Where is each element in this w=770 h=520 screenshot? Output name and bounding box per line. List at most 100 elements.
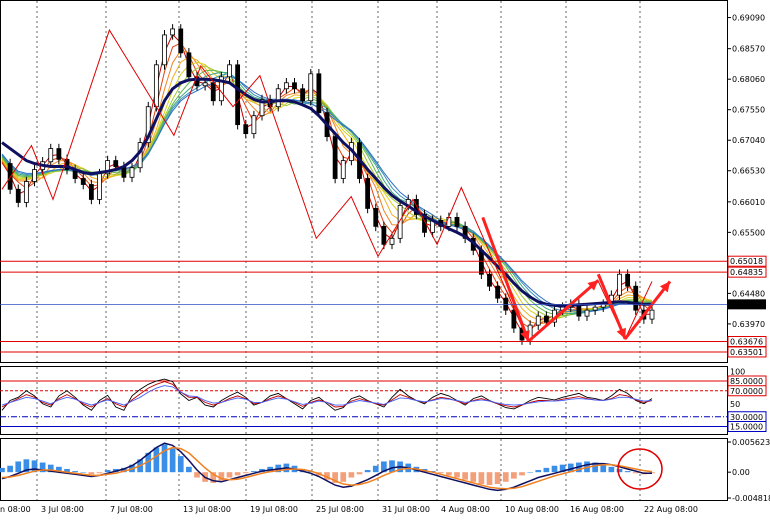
candle-body [592, 306, 598, 311]
candle-body [308, 73, 314, 102]
price-tick-label: 0.67550 [732, 106, 765, 115]
histogram-bar [486, 472, 493, 486]
candle-body [617, 273, 622, 296]
candle-body [243, 124, 249, 135]
histogram-bar [104, 470, 111, 473]
histogram-bar [177, 456, 184, 473]
level-label: 0.64835 [730, 268, 763, 277]
histogram-bar [470, 472, 477, 482]
candle-body [210, 82, 216, 102]
candle-body [15, 188, 21, 203]
time-label: 22 Aug 08:00 [644, 505, 698, 514]
candle-body [495, 285, 501, 299]
candle-body [454, 216, 460, 227]
histogram-bar [72, 471, 78, 473]
time-label: 25 Jul 08:00 [316, 505, 364, 514]
candle-body [80, 178, 86, 185]
histogram-bar [153, 447, 160, 473]
price-tick-label: 0.63970 [732, 320, 765, 329]
macd-tick-label: -0.0048186 [732, 494, 770, 503]
histogram-bar [15, 461, 22, 473]
macd-tick-label: 0.00 [732, 468, 750, 477]
candle-body [389, 237, 395, 245]
candle-body [275, 88, 281, 108]
candle-body [535, 315, 541, 326]
histogram-bar [356, 472, 363, 475]
histogram-bar [161, 444, 168, 473]
current-price-label: 0.64297 [730, 300, 763, 309]
histogram-bar [242, 472, 249, 474]
level-label: 0.63676 [730, 337, 763, 346]
histogram-bar [446, 472, 452, 476]
oscillator-level-label: 30.0000 [730, 413, 763, 422]
histogram-bar [80, 472, 87, 473]
histogram-bar [340, 472, 347, 482]
time-label: 16 Aug 08:00 [570, 505, 624, 514]
histogram-bar [600, 464, 607, 473]
histogram-bar [624, 471, 631, 473]
candle-body [129, 167, 135, 178]
candle-body [88, 184, 94, 200]
trading-chart[interactable]: 0.65018 0.64835 0.63676 0.63501 0.64297 0.69… [0, 0, 770, 520]
histogram-bar [608, 466, 615, 473]
time-label: 4 Aug 08:00 [441, 505, 490, 514]
candle-body [283, 82, 289, 90]
candle-body [365, 178, 371, 209]
candle-body [584, 309, 590, 317]
histogram-bar [194, 472, 200, 478]
candle-body [316, 73, 322, 114]
price-tick-label: 0.67040 [732, 136, 765, 145]
candle-body [153, 64, 159, 108]
histogram-bar [234, 472, 241, 476]
histogram-bar [372, 465, 379, 473]
macd-tick-label: 0.0056233 [732, 438, 770, 447]
time-label: 19 Jul 08:00 [250, 505, 298, 514]
candle-body [202, 82, 208, 87]
candle-body [227, 64, 232, 78]
histogram-bar [494, 472, 501, 484]
oscillator-level-label: 70.0000 [730, 387, 763, 396]
histogram-bar [96, 472, 103, 474]
level-label: 0.63501 [730, 348, 763, 357]
candle-body [23, 181, 29, 203]
histogram-bar [169, 448, 176, 473]
histogram-bar [454, 472, 460, 478]
candle-body [332, 136, 338, 179]
chart-background [0, 0, 770, 520]
price-tick-label: 0.65500 [732, 228, 765, 237]
candle-body [487, 273, 492, 287]
oscillator-level-label: 15.0000 [730, 423, 763, 432]
candle-body [340, 160, 346, 179]
candle-body [170, 28, 176, 36]
time-label: 13 Jul 08:00 [183, 505, 231, 514]
candle-body [633, 285, 639, 311]
histogram-bar [535, 470, 542, 473]
candle-body [292, 82, 297, 90]
candle-body [543, 315, 549, 323]
time-label: 3 Jul 08:00 [41, 505, 84, 514]
candle-body [235, 64, 241, 126]
candle-body [56, 148, 62, 160]
histogram-bar [348, 472, 355, 478]
candle-body [113, 160, 119, 167]
price-tick-label: 0.64480 [732, 289, 765, 298]
histogram-bar [364, 470, 371, 473]
candle-body [178, 28, 184, 54]
time-label: 10 Aug 08:00 [505, 505, 559, 514]
histogram-bar [0, 467, 5, 473]
histogram-bar [511, 472, 517, 479]
price-tick-label: 0.66010 [732, 198, 765, 207]
candle-body [186, 52, 192, 78]
histogram-bar [502, 472, 509, 482]
histogram-bar [226, 472, 233, 478]
price-tick-label: 0.68570 [732, 45, 765, 54]
histogram-bar [527, 472, 533, 473]
candle-body [625, 273, 631, 287]
candle-body [649, 309, 655, 320]
candle-body [381, 225, 387, 245]
candle-body [32, 169, 37, 182]
candle-body [97, 173, 102, 200]
oscillator-tick-label: 100 [730, 367, 745, 376]
price-tick-label: 0.68060 [732, 75, 765, 84]
histogram-bar [389, 460, 395, 473]
